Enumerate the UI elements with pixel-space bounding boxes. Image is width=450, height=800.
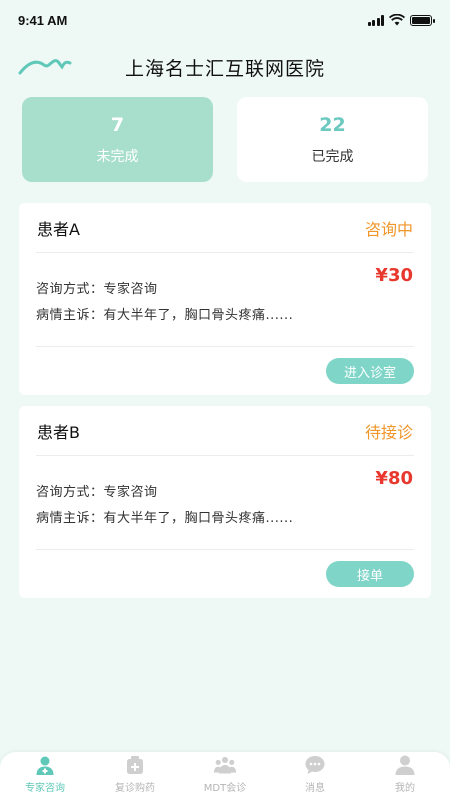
group-icon: [214, 754, 236, 776]
divider: [36, 346, 414, 347]
divider: [36, 455, 414, 456]
chief-complaint: 病情主诉：有大半年了，胸口骨头疼痛......: [36, 511, 294, 526]
order-card-header: 患者A 咨询中: [19, 203, 431, 252]
enter-clinic-button[interactable]: 进入诊室: [326, 358, 414, 384]
completed-label: 已完成: [311, 148, 354, 165]
pending-count: 7: [110, 113, 125, 136]
status-icons: [367, 14, 435, 26]
tab-messages[interactable]: 消息: [275, 754, 355, 794]
divider: [36, 252, 414, 253]
tab-label: 消息: [305, 783, 325, 794]
order-card-header: 患者B 待接诊: [19, 406, 431, 455]
order-price: ¥30: [375, 265, 413, 286]
tab-label: 复诊购药: [115, 783, 155, 794]
page-title: 上海名士汇互联网医院: [124, 58, 325, 80]
doctor-icon: [34, 754, 56, 776]
tab-label: 专家咨询: [25, 783, 65, 794]
cellular-signal-icon: [367, 14, 384, 26]
consult-method: 咨询方式：专家咨询: [36, 282, 158, 297]
order-status-badge: 咨询中: [364, 219, 413, 239]
tab-mdt-consult[interactable]: MDT会诊: [185, 754, 265, 794]
divider: [36, 549, 414, 550]
tab-label: 我的: [395, 783, 415, 794]
tab-expert-consult[interactable]: 专家咨询: [5, 754, 85, 794]
order-card[interactable]: 患者B 待接诊 ¥80 咨询方式：专家咨询 病情主诉：有大半年了，胸口骨头疼痛.…: [19, 406, 431, 598]
wifi-icon: [389, 14, 405, 26]
completed-count: 22: [319, 113, 346, 136]
status-bar: 9:41 AM: [0, 0, 450, 40]
chief-complaint: 病情主诉：有大半年了，胸口骨头疼痛......: [36, 308, 294, 323]
tab-label: MDT会诊: [203, 783, 247, 794]
patient-name: 患者B: [37, 422, 80, 442]
chat-bubble-icon: [304, 754, 326, 776]
order-status-badge: 待接诊: [364, 422, 413, 442]
bottom-tab-bar: 专家咨询 复诊购药 MDT会诊 消息 我的: [0, 752, 450, 800]
tab-revisit-medicine[interactable]: 复诊购药: [95, 754, 175, 794]
order-price: ¥80: [375, 468, 413, 489]
accept-order-button[interactable]: 接单: [326, 561, 414, 587]
battery-icon: [410, 14, 435, 26]
medicine-kit-icon: [124, 754, 146, 776]
user-icon: [394, 754, 416, 776]
header: 上海名士汇互联网医院: [0, 45, 450, 89]
consult-method: 咨询方式：专家咨询: [36, 485, 158, 500]
patient-name: 患者A: [37, 219, 80, 239]
order-card[interactable]: 患者A 咨询中 ¥30 咨询方式：专家咨询 病情主诉：有大半年了，胸口骨头疼痛.…: [19, 203, 431, 395]
stat-card-completed[interactable]: 22 已完成: [237, 97, 428, 182]
stat-card-pending[interactable]: 7 未完成: [22, 97, 213, 182]
status-time: 9:41 AM: [18, 12, 68, 28]
tab-my-profile[interactable]: 我的: [365, 754, 445, 794]
pending-label: 未完成: [96, 148, 139, 165]
